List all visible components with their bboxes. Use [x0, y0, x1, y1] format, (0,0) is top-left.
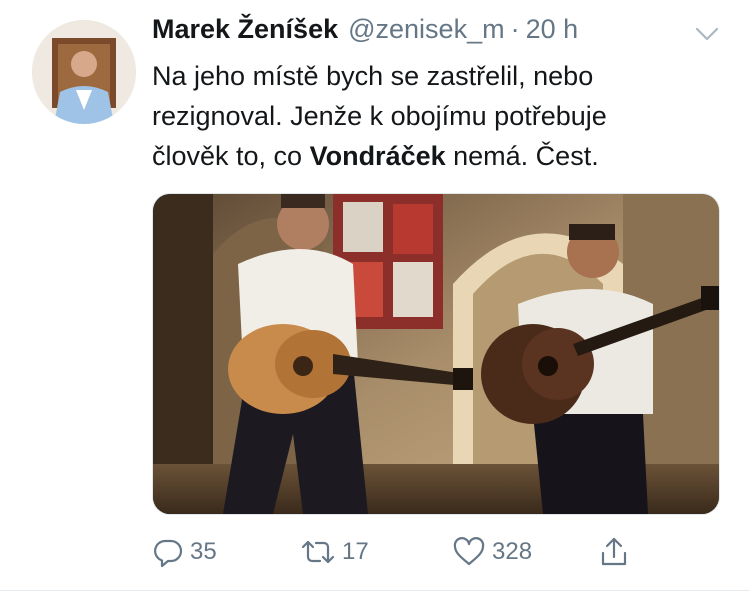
reply-count: 35	[190, 538, 217, 565]
tweet-text-line: rezignoval. Jenže k obojímu potřebuje	[152, 101, 607, 131]
tweet-timestamp[interactable]: 20 h	[526, 14, 579, 45]
divider	[0, 590, 750, 591]
tweet-photo[interactable]	[152, 193, 720, 515]
like-button[interactable]: 328	[452, 530, 532, 574]
share-icon	[601, 537, 627, 566]
retweet-button[interactable]: 17	[300, 530, 369, 574]
like-count: 328	[492, 538, 533, 565]
heart-icon	[453, 537, 485, 566]
separator-dot: ·	[510, 14, 520, 44]
share-button[interactable]	[598, 530, 630, 574]
tweet-header: Marek Ženíšek @zenisek_m · 20 h	[152, 14, 710, 54]
tweet-text: Na jeho místě bych se zastřelil, nebo re…	[152, 56, 712, 176]
tweet-text-segment: člověk to, co	[152, 141, 310, 171]
tweet-text-segment: nemá. Čest.	[445, 141, 599, 171]
photo-two-guitarists	[153, 194, 719, 514]
retweet-icon	[301, 540, 335, 564]
chevron-down-icon	[695, 27, 719, 41]
reply-button[interactable]: 35	[152, 530, 217, 574]
retweet-count: 17	[342, 538, 369, 565]
tweet-text-line: člověk to, co Vondráček nemá. Čest.	[152, 136, 712, 176]
avatar-photo	[32, 20, 136, 124]
author-handle[interactable]: @zenisek_m	[348, 14, 504, 45]
tweet-text-bold-name: Vondráček	[309, 141, 446, 171]
tweet-text-line: Na jeho místě bych se zastřelil, nebo	[152, 61, 594, 91]
author-avatar[interactable]	[32, 20, 136, 124]
reply-icon	[154, 539, 183, 568]
tweet-actions: 35 17 328	[152, 530, 632, 574]
author-name[interactable]: Marek Ženíšek	[152, 14, 338, 45]
tweet-menu-button[interactable]	[692, 22, 722, 46]
